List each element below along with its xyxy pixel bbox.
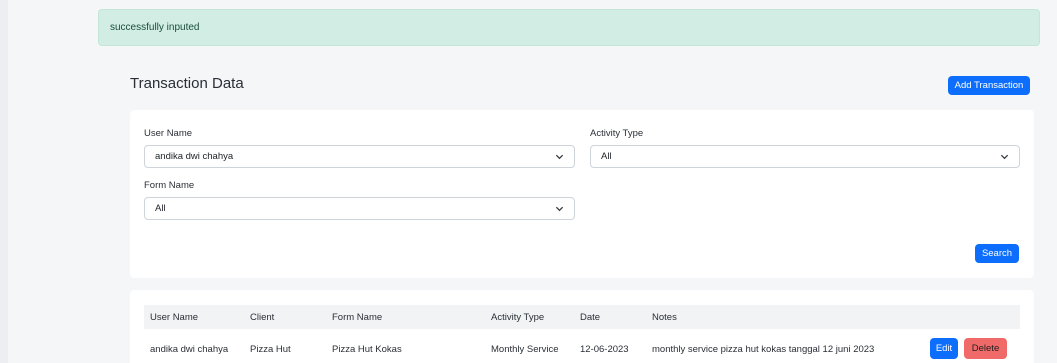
user-name-select-value: andika dwi chahya xyxy=(155,151,234,162)
table-header: User Name Client Form Name Activity Type… xyxy=(144,305,1020,329)
user-name-label: User Name xyxy=(144,128,193,139)
chevron-down-icon xyxy=(1000,154,1009,160)
column-header-activity-type: Activity Type xyxy=(491,312,545,323)
column-header-user-name: User Name xyxy=(150,312,199,323)
cell-date: 12-06-2023 xyxy=(580,344,629,355)
delete-button[interactable]: Delete xyxy=(964,338,1007,359)
search-button[interactable]: Search xyxy=(975,244,1019,263)
page: successfully inputed Transaction Data Ad… xyxy=(0,0,1057,363)
activity-type-select[interactable]: All xyxy=(590,145,1020,168)
column-header-client: Client xyxy=(250,312,275,323)
activity-type-select-value: All xyxy=(601,151,612,162)
form-name-select-value: All xyxy=(155,203,166,214)
cell-user-name: andika dwi chahya xyxy=(150,344,229,355)
user-name-select[interactable]: andika dwi chahya xyxy=(144,145,575,168)
chevron-down-icon xyxy=(555,206,564,212)
filter-card: User Name andika dwi chahya Activity Typ… xyxy=(130,110,1034,278)
column-header-form-name: Form Name xyxy=(332,312,383,323)
success-alert: successfully inputed xyxy=(98,9,1040,46)
edit-button[interactable]: Edit xyxy=(930,338,958,359)
transactions-table: User Name Client Form Name Activity Type… xyxy=(130,290,1034,363)
page-title: Transaction Data xyxy=(130,75,244,92)
add-transaction-button[interactable]: Add Transaction xyxy=(948,76,1030,95)
form-name-select[interactable]: All xyxy=(144,197,575,220)
alert-message: successfully inputed xyxy=(110,22,200,33)
activity-type-label: Activity Type xyxy=(590,128,644,139)
left-gutter xyxy=(0,0,8,363)
cell-client: Pizza Hut xyxy=(250,344,291,355)
cell-activity-type: Monthly Service xyxy=(491,344,559,355)
column-header-notes: Notes xyxy=(652,312,677,323)
column-header-date: Date xyxy=(580,312,601,323)
cell-form-name: Pizza Hut Kokas xyxy=(332,344,402,355)
cell-notes: monthly service pizza hut kokas tanggal … xyxy=(652,344,875,355)
chevron-down-icon xyxy=(555,154,564,160)
form-name-label: Form Name xyxy=(144,180,195,191)
